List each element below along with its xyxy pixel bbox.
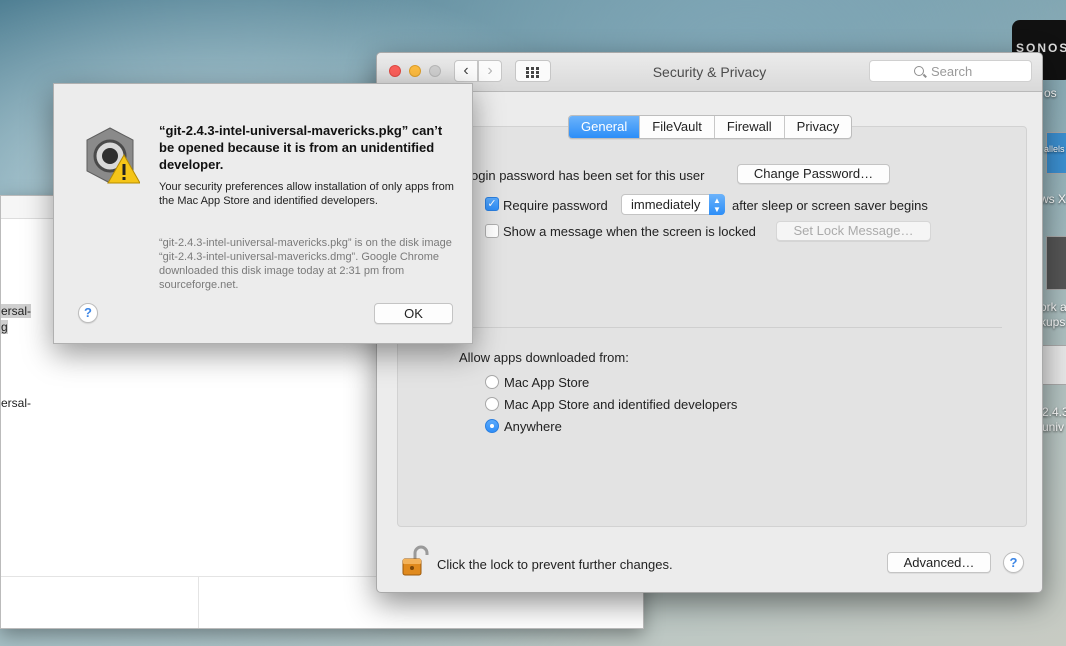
change-password-button[interactable]: Change Password… bbox=[737, 164, 890, 184]
show-message-checkbox[interactable] bbox=[485, 224, 499, 238]
title-bar: ‹ › Security & Privacy Search bbox=[377, 53, 1042, 92]
separator bbox=[471, 327, 1002, 328]
finder-selected-file[interactable]: ersal- g bbox=[1, 303, 32, 335]
checkmark-icon: ✓ bbox=[487, 198, 497, 210]
radio-mac-app-store[interactable] bbox=[485, 375, 499, 389]
require-password-checkbox[interactable]: ✓ bbox=[485, 197, 499, 211]
radio-label: Anywhere bbox=[504, 419, 562, 434]
desktop-disk-image-icon[interactable] bbox=[1042, 345, 1066, 385]
lock-text: Click the lock to prevent further change… bbox=[437, 557, 673, 572]
desktop-item-label: allels bbox=[1044, 144, 1065, 154]
updown-arrows-icon: ▲ ▼ bbox=[709, 194, 725, 215]
desktop-file-icon[interactable] bbox=[1046, 236, 1066, 290]
finder-column-divider bbox=[198, 576, 199, 628]
radio-label: Mac App Store and identified developers bbox=[504, 397, 738, 412]
allow-apps-label: Allow apps downloaded from: bbox=[459, 350, 629, 365]
ok-button[interactable]: OK bbox=[374, 303, 453, 324]
search-field[interactable]: Search bbox=[869, 60, 1032, 82]
alert-help-button[interactable]: ? bbox=[78, 303, 98, 323]
select-value: immediately bbox=[631, 197, 701, 212]
desktop-item-label[interactable]: 2.4.3 bbox=[1042, 405, 1066, 419]
desktop-item-label[interactable]: ws X bbox=[1040, 192, 1066, 206]
finder-file[interactable]: ersal- bbox=[1, 396, 31, 410]
unlocked-padlock-icon bbox=[402, 545, 429, 576]
gatekeeper-warning-icon bbox=[86, 127, 140, 184]
tab-general[interactable]: General bbox=[569, 116, 641, 138]
search-icon bbox=[914, 66, 924, 76]
help-button[interactable]: ? bbox=[1003, 552, 1024, 573]
radio-label: Mac App Store bbox=[504, 375, 590, 390]
finder-file-name: g bbox=[1, 320, 8, 334]
alert-message: Your security preferences allow installa… bbox=[159, 181, 454, 207]
desktop-item-label[interactable]: os bbox=[1044, 86, 1057, 100]
require-password-label: Require password bbox=[503, 198, 608, 213]
finder-file-name: ersal- bbox=[1, 304, 32, 318]
alert-title: “git-2.4.3-intel-universal-mavericks.pkg… bbox=[159, 123, 443, 172]
lock-button[interactable] bbox=[399, 545, 431, 577]
radio-identified-developers[interactable] bbox=[485, 397, 499, 411]
help-icon: ? bbox=[1009, 555, 1018, 570]
desktop-item-label: univ bbox=[1042, 420, 1065, 434]
help-icon: ? bbox=[84, 305, 92, 320]
desktop-item-label[interactable]: ork a bbox=[1040, 300, 1066, 314]
tab-firewall[interactable]: Firewall bbox=[715, 116, 785, 138]
radio-anywhere[interactable] bbox=[485, 419, 499, 433]
set-lock-message-button[interactable]: Set Lock Message… bbox=[776, 221, 931, 241]
alert-details: “git-2.4.3-intel-universal-mavericks.pkg… bbox=[159, 237, 452, 291]
login-password-text: ogin password has been set for this user bbox=[471, 168, 705, 183]
security-privacy-window: ‹ › Security & Privacy Search General Fi… bbox=[376, 52, 1043, 593]
unidentified-developer-alert: “git-2.4.3-intel-universal-mavericks.pkg… bbox=[53, 83, 473, 344]
desktop-item-label: kups bbox=[1040, 315, 1066, 329]
show-message-label: Show a message when the screen is locked bbox=[503, 224, 756, 239]
advanced-button[interactable]: Advanced… bbox=[887, 552, 991, 573]
require-password-delay-select[interactable]: immediately ▲ ▼ bbox=[621, 194, 725, 215]
tab-bar: General FileVault Firewall Privacy bbox=[568, 115, 853, 139]
tab-filevault[interactable]: FileVault bbox=[640, 116, 715, 138]
require-password-suffix: after sleep or screen saver begins bbox=[732, 198, 928, 213]
search-placeholder: Search bbox=[931, 64, 973, 79]
tab-privacy[interactable]: Privacy bbox=[785, 116, 852, 138]
